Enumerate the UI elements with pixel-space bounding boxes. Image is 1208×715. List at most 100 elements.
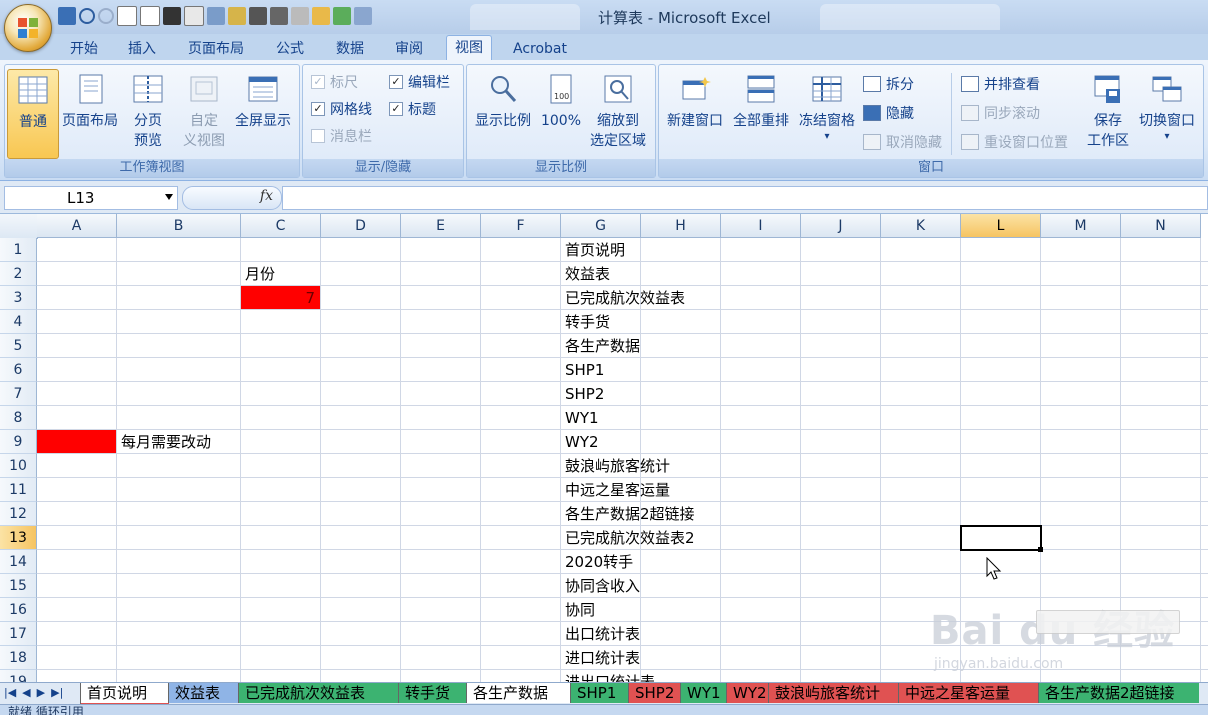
- tab-page-layout[interactable]: 页面布局: [180, 38, 252, 60]
- cell-g18[interactable]: 进口统计表: [565, 646, 640, 670]
- freeze-panes-button[interactable]: 冻结窗格 ▾: [795, 69, 859, 143]
- row-header-10[interactable]: 10: [0, 454, 37, 478]
- cell-g13[interactable]: 已完成航次效益表2: [565, 526, 695, 550]
- column-header-f[interactable]: F: [481, 214, 561, 238]
- prev-sheet-icon[interactable]: ◀: [22, 686, 30, 699]
- side-by-side-button[interactable]: 并排查看: [961, 73, 1040, 95]
- sheet-tab[interactable]: 中远之星客运量: [898, 683, 1039, 703]
- row-header-12[interactable]: 12: [0, 502, 37, 526]
- cell-b9[interactable]: 每月需要改动: [121, 430, 211, 454]
- first-sheet-icon[interactable]: |◀: [4, 686, 16, 699]
- print-preview-icon[interactable]: [117, 6, 137, 26]
- open-folder-icon[interactable]: [312, 7, 330, 25]
- row-header-13[interactable]: 13: [0, 526, 37, 550]
- sheet-tab[interactable]: 首页说明: [80, 683, 169, 705]
- page-break-preview-button[interactable]: 分页 预览: [125, 69, 171, 151]
- hide-button[interactable]: 隐藏: [863, 102, 914, 124]
- message-bar-checkbox[interactable]: ✓ 消息栏: [311, 125, 372, 147]
- grid-icon[interactable]: [163, 7, 181, 25]
- new-window-button[interactable]: 新建窗口: [663, 69, 727, 131]
- custom-views-button[interactable]: 自定 义视图: [179, 69, 229, 151]
- row-header-14[interactable]: 14: [0, 550, 37, 574]
- tab-formulas[interactable]: 公式: [268, 38, 312, 60]
- tab-review[interactable]: 审阅: [387, 38, 431, 60]
- cell-g5[interactable]: 各生产数据: [565, 334, 640, 358]
- ruler-checkbox[interactable]: ✓ 标尺: [311, 71, 358, 93]
- tab-home[interactable]: 开始: [62, 38, 106, 60]
- cell-g9[interactable]: WY2: [565, 430, 599, 454]
- fill-handle[interactable]: [1038, 547, 1043, 552]
- sheet-tab[interactable]: 各生产数据: [466, 683, 571, 703]
- sheet-tab[interactable]: 鼓浪屿旅客统计: [768, 683, 899, 703]
- split-button[interactable]: 拆分: [863, 73, 914, 95]
- cell-g11[interactable]: 中远之星客运量: [565, 478, 670, 502]
- formula-input[interactable]: [282, 186, 1208, 210]
- row-header-1[interactable]: 1: [0, 238, 37, 262]
- quick-print-icon[interactable]: [270, 7, 288, 25]
- cell-g1[interactable]: 首页说明: [565, 238, 625, 262]
- sheet-tab[interactable]: 各生产数据2超链接: [1038, 683, 1199, 703]
- zoom-button[interactable]: 显示比例: [471, 69, 535, 131]
- reset-position-button[interactable]: 重设窗口位置: [961, 131, 1068, 153]
- unhide-button[interactable]: 取消隐藏: [863, 131, 942, 153]
- column-header-m[interactable]: M: [1041, 214, 1121, 238]
- name-box[interactable]: L13: [4, 186, 178, 210]
- cell-g17[interactable]: 出口统计表: [565, 622, 640, 646]
- row-header-17[interactable]: 17: [0, 622, 37, 646]
- cell-g19[interactable]: 进出口统计表: [565, 670, 655, 682]
- redo-icon[interactable]: [98, 8, 114, 24]
- office-button[interactable]: [4, 4, 52, 52]
- sync-scroll-button[interactable]: 同步滚动: [961, 102, 1040, 124]
- cell-g12[interactable]: 各生产数据2超链接: [565, 502, 695, 526]
- cell-c2[interactable]: 月份: [245, 262, 275, 286]
- row-header-11[interactable]: 11: [0, 478, 37, 502]
- row-header-8[interactable]: 8: [0, 406, 37, 430]
- switch-window-button[interactable]: 切换窗口 ▾: [1135, 69, 1199, 143]
- cell-g2[interactable]: 效益表: [565, 262, 610, 286]
- headings-checkbox[interactable]: ✓ 标题: [389, 98, 436, 120]
- row-header-2[interactable]: 2: [0, 262, 37, 286]
- select-all-corner[interactable]: [0, 214, 38, 239]
- column-header-l[interactable]: L: [961, 214, 1041, 238]
- last-sheet-icon[interactable]: ▶|: [51, 686, 63, 699]
- cell-g6[interactable]: SHP1: [565, 358, 604, 382]
- save-workspace-button[interactable]: 保存 工作区: [1083, 69, 1133, 151]
- formula-bar-checkbox[interactable]: ✓ 编辑栏: [389, 71, 450, 93]
- gridlines-checkbox[interactable]: ✓ 网格线: [311, 98, 372, 120]
- tab-data[interactable]: 数据: [328, 38, 372, 60]
- form-icon[interactable]: [184, 6, 204, 26]
- cell-g8[interactable]: WY1: [565, 406, 599, 430]
- sheet-tab[interactable]: 已完成航次效益表: [238, 683, 399, 703]
- sheet-tab[interactable]: WY1: [680, 683, 727, 703]
- undo-icon[interactable]: [79, 8, 95, 24]
- row-header-4[interactable]: 4: [0, 310, 37, 334]
- sheet-tab[interactable]: SHP1: [570, 683, 629, 703]
- cell-g14[interactable]: 2020转手: [565, 550, 633, 574]
- row-header-7[interactable]: 7: [0, 382, 37, 406]
- column-header-b[interactable]: B: [117, 214, 241, 238]
- macro-icon[interactable]: [228, 7, 246, 25]
- row-header-16[interactable]: 16: [0, 598, 37, 622]
- cell-g3[interactable]: 已完成航次效益表: [565, 286, 685, 310]
- new-document-icon[interactable]: [140, 6, 160, 26]
- sheet-tab[interactable]: SHP2: [628, 683, 681, 703]
- column-header-i[interactable]: I: [721, 214, 801, 238]
- zoom-to-selection-button[interactable]: 缩放到 选定区域: [585, 69, 651, 151]
- sheet-tab[interactable]: 转手货: [398, 683, 467, 703]
- arrange-all-button[interactable]: 全部重排: [729, 69, 793, 131]
- next-sheet-icon[interactable]: ▶: [37, 686, 45, 699]
- column-header-j[interactable]: J: [801, 214, 881, 238]
- column-header-a[interactable]: A: [37, 214, 117, 238]
- tab-view[interactable]: 视图: [446, 35, 492, 61]
- tab-insert[interactable]: 插入: [120, 38, 164, 60]
- sheet-icon[interactable]: [333, 7, 351, 25]
- fullscreen-button[interactable]: 全屏显示: [231, 69, 295, 131]
- row-header-18[interactable]: 18: [0, 646, 37, 670]
- cell-g16[interactable]: 协同: [565, 598, 595, 622]
- row-header-15[interactable]: 15: [0, 574, 37, 598]
- print-icon[interactable]: [249, 7, 267, 25]
- cell-g4[interactable]: 转手货: [565, 310, 610, 334]
- column-header-g[interactable]: G: [561, 214, 641, 238]
- insert-function-button[interactable]: fx: [182, 186, 282, 210]
- sheet-tab[interactable]: 效益表: [168, 683, 239, 703]
